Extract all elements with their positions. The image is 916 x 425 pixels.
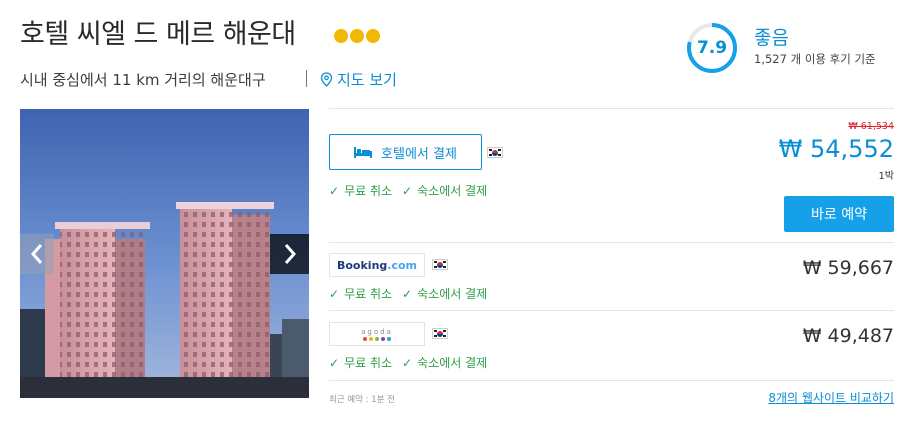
divider — [329, 310, 894, 311]
hotel-building-image — [20, 109, 309, 398]
rating-label: 좋음 — [754, 27, 789, 49]
per-night-label: 1박 — [878, 171, 894, 182]
divider — [329, 242, 894, 243]
check-icon: ✓ — [402, 355, 413, 370]
divider — [329, 380, 894, 381]
book-now-button[interactable]: 바로 예약 — [784, 196, 894, 232]
map-link-label[interactable]: 지도 보기 — [337, 69, 397, 90]
check-icon: ✓ — [329, 355, 340, 370]
check-icon: ✓ — [402, 286, 413, 301]
chevron-left-icon — [30, 244, 43, 264]
original-price: ₩ 61,534 — [848, 121, 894, 132]
check-icon: ✓ — [329, 183, 340, 198]
review-count: 1,527 개 이용 후기 기준 — [754, 52, 876, 66]
booking-logo: Booking.com — [336, 258, 417, 272]
star-icon — [350, 29, 364, 43]
benefit-pay-at-property: ✓ 숙소에서 결제 — [402, 355, 488, 371]
check-icon: ✓ — [329, 286, 340, 301]
featured-benefits: ✓ 무료 취소 ✓ 숙소에서 결제 — [329, 182, 487, 199]
chevron-right-icon — [284, 244, 296, 264]
divider — [329, 108, 894, 109]
agoda-price[interactable]: ₩ 49,487 — [803, 325, 894, 347]
agoda-benefits: ✓ 무료 취소 ✓ 숙소에서 결제 — [329, 354, 487, 371]
benefit-free-cancel: ✓ 무료 취소 — [329, 355, 393, 371]
agoda-logo: agoda — [361, 328, 393, 341]
star-icon — [366, 29, 380, 43]
map-link[interactable]: 지도 보기 — [320, 69, 397, 90]
bed-icon — [354, 147, 373, 158]
divider — [306, 70, 307, 87]
kr-flag-icon — [432, 328, 448, 339]
check-icon: ✓ — [402, 183, 413, 198]
kr-flag-icon — [432, 259, 448, 270]
map-pin-icon — [320, 72, 333, 87]
benefit-free-cancel: ✓ 무료 취소 — [329, 183, 393, 199]
benefit-pay-at-property: ✓ 숙소에서 결제 — [402, 183, 488, 199]
rating-score: 7.9 — [696, 38, 728, 58]
provider-logo-booking[interactable]: Booking.com — [329, 253, 425, 277]
pay-at-hotel-button[interactable]: 호텔에서 결제 — [329, 134, 482, 170]
photo-prev-button[interactable] — [20, 234, 54, 274]
benefit-pay-at-property: ✓ 숙소에서 결제 — [402, 286, 488, 302]
benefit-free-cancel: ✓ 무료 취소 — [329, 286, 393, 302]
featured-price: ₩ 54,552 — [778, 135, 894, 163]
pay-at-hotel-label[interactable]: 호텔에서 결제 — [381, 143, 457, 162]
star-icon — [334, 29, 348, 43]
booking-price[interactable]: ₩ 59,667 — [803, 257, 894, 279]
kr-flag-icon — [487, 147, 503, 158]
recent-booking-text: 최근 예약 : 1분 전 — [329, 395, 395, 405]
booking-benefits: ✓ 무료 취소 ✓ 숙소에서 결제 — [329, 285, 487, 302]
compare-websites-link[interactable]: 8개의 웹사이트 비교하기 — [768, 389, 894, 406]
star-rating — [334, 29, 380, 43]
hotel-name: 호텔 씨엘 드 메르 해운대 — [20, 19, 296, 50]
provider-logo-agoda[interactable]: agoda — [329, 322, 425, 346]
location-text: 시내 중심에서 11 km 거리의 해운대구 — [20, 71, 266, 89]
photo-next-button[interactable] — [270, 234, 309, 274]
hotel-photo[interactable] — [20, 109, 309, 398]
